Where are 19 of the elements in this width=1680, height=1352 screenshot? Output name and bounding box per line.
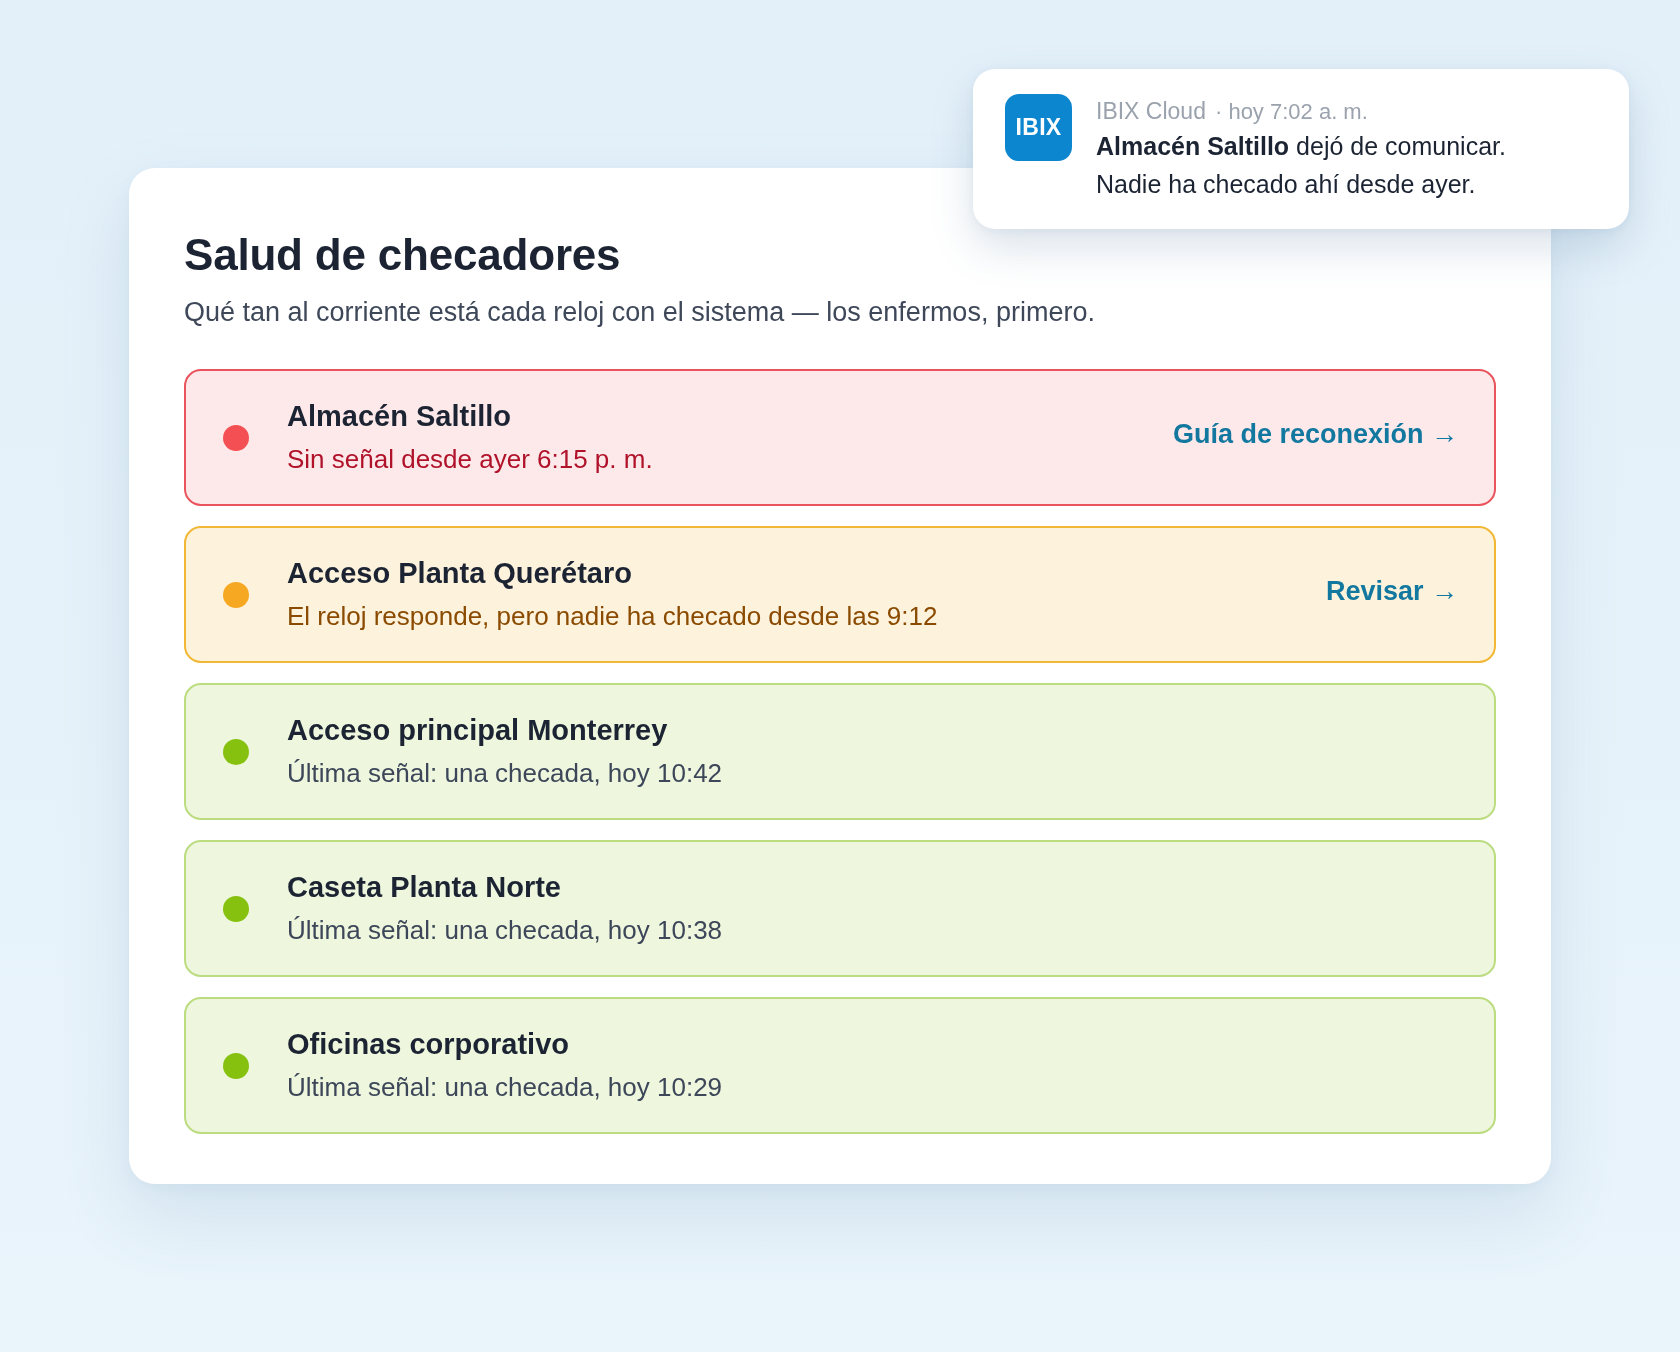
notification-card[interactable]: IBIX IBIX Cloud · hoy 7:02 a. m. Almacén Saltillo dejó de comunicar. Nadie ha checado ahí desde ayer. [973, 69, 1629, 229]
panel-title: Salud de checadores [184, 229, 622, 281]
checker-status: El reloj responde, pero nadie ha checado desde las 9:12 [287, 600, 939, 633]
app-logo: IBIX [1005, 94, 1072, 161]
checker-status: Última señal: una checada, hoy 10:38 [287, 914, 724, 947]
checker-name: Acceso principal Monterrey [287, 713, 669, 748]
notification-time: · hoy 7:02 a. m. [1214, 98, 1368, 126]
panel-subtitle: Qué tan al corriente está cada reloj con el sistema — los enfermos, primero. [184, 296, 1096, 329]
checker-name: Oficinas corporativo [287, 1027, 570, 1062]
notification-message: Almacén Saltillo dejó de comunicar. Nadie ha checado ahí desde ayer. [1096, 131, 1506, 200]
notification-source: IBIX Cloud [1096, 97, 1206, 126]
checker-status: Última señal: una checada, hoy 10:42 [287, 757, 724, 790]
action-link[interactable]: Guía de reconexión → [1172, 414, 1458, 455]
checker-status: Sin señal desde ayer 6:15 p. m. [287, 443, 654, 476]
checker-name: Almacén Saltillo [287, 399, 512, 434]
action-link[interactable]: Revisar → [1325, 571, 1458, 612]
checker-name: Acceso Planta Querétaro [287, 556, 633, 591]
checker-name: Caseta Planta Norte [287, 870, 562, 905]
checker-status: Última señal: una checada, hoy 10:29 [287, 1071, 724, 1104]
